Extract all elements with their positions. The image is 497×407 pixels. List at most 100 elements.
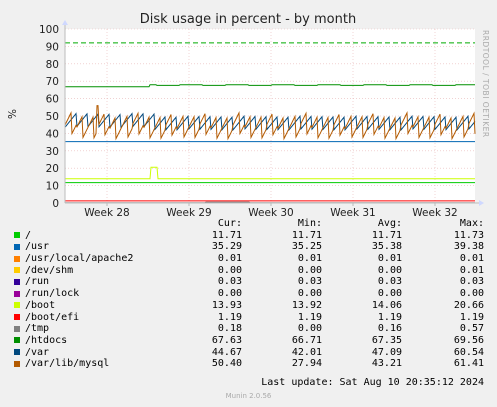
legend-swatch [14,349,20,356]
legend-cur-value: 0.00 [217,288,242,300]
x-axis-arrow [479,200,484,206]
legend-cur-value: 0.18 [217,323,242,335]
y-tick-label: 80 [46,59,59,71]
y-tick-label: 90 [46,41,59,53]
legend-cur-value: 67.63 [211,334,242,346]
legend-series-name: / [25,229,32,241]
legend-row: /run 0.03 0.03 0.03 0.03 [12,276,490,288]
legend-header: Cur: Min: Avg: Max: [12,218,490,230]
legend-avg-value: 11.71 [371,229,402,241]
legend-series-name: /usr/local/apache2 [25,253,134,265]
legend-row: /htdocs 67.63 66.71 67.35 69.56 [12,335,490,347]
legend-max-value: 0.01 [459,253,484,265]
legend-cur-value: 11.71 [211,229,242,241]
legend-max-value: 1.19 [459,311,484,323]
legend: Cur: Min: Avg: Max: / 11.71 11.71 11.71 11.7… [12,218,490,370]
legend-max-value: 69.56 [453,334,484,346]
legend-swatch [14,243,20,250]
legend-avg-value: 14.06 [371,299,402,311]
header-max: Max: [459,218,484,229]
legend-min-value: 1.19 [297,311,322,323]
header-avg: Avg: [377,218,402,229]
legend-avg-value: 0.16 [377,323,402,335]
y-tick-label: 100 [39,24,59,36]
legend-cur-value: 0.01 [217,253,242,265]
legend-min-value: 0.00 [297,288,322,300]
legend-cur-value: 1.19 [217,311,242,323]
legend-row: /boot/efi 1.19 1.19 1.19 1.19 [12,312,490,324]
legend-avg-value: 67.35 [371,334,402,346]
legend-swatch [14,314,20,320]
header-min: Min: [297,218,322,229]
legend-avg-value: 0.03 [377,276,402,288]
y-tick-label: 20 [46,163,59,175]
legend-min-value: 11.71 [291,229,322,241]
header-cur: Cur: [217,218,242,229]
legend-series-name: /var [25,346,50,358]
legend-row: /usr 35.29 35.25 35.38 39.38 [12,241,490,253]
legend-avg-value: 1.19 [377,311,402,323]
legend-series-name: /htdocs [25,334,68,346]
y-axis-label: % [7,109,19,119]
legend-max-value: 0.00 [459,288,484,300]
legend-min-value: 0.00 [297,323,322,335]
legend-min-value: 13.92 [291,299,322,311]
legend-cur-value: 13.93 [211,299,242,311]
legend-swatch [14,290,20,297]
legend-row: /tmp 0.18 0.00 0.16 0.57 [12,323,490,335]
legend-cur-value: 44.67 [211,346,242,358]
legend-row: /dev/shm 0.00 0.00 0.00 0.01 [12,265,490,277]
legend-series-name: /boot [25,299,56,311]
last-update: Last update: Sat Aug 10 20:35:12 2024 [261,377,484,388]
legend-series-name: /tmp [25,323,50,335]
legend-min-value: 0.01 [297,253,322,265]
legend-max-value: 60.54 [453,346,484,358]
legend-cur-value: 35.29 [211,241,242,253]
legend-row: /run/lock 0.00 0.00 0.00 0.00 [12,288,490,300]
y-tick-label: 40 [46,128,59,140]
legend-swatch [14,278,20,285]
legend-cur-value: 0.00 [217,264,242,276]
legend-max-value: 0.03 [459,276,484,288]
legend-min-value: 27.94 [291,358,322,370]
legend-row: /var/lib/mysql 50.40 27.94 43.21 61.41 [12,358,490,370]
y-tick-label: 50 [46,111,59,123]
legend-swatch [14,255,20,262]
legend-row: /var 44.67 42.01 47.09 60.54 [12,347,490,359]
legend-series-name: /boot/efi [25,311,80,323]
legend-series-name: /var/lib/mysql [25,358,110,370]
legend-min-value: 66.71 [291,334,322,346]
legend-max-value: 11.73 [453,229,484,241]
legend-swatch [14,232,20,239]
legend-series-name: /usr [25,241,50,253]
legend-swatch [14,337,20,344]
y-tick-label: 0 [52,198,59,210]
legend-max-value: 0.01 [459,264,484,276]
y-axis-arrow [62,20,68,25]
legend-avg-value: 43.21 [371,358,402,370]
legend-min-value: 0.03 [297,276,322,288]
legend-avg-value: 47.09 [371,346,402,358]
legend-avg-value: 0.00 [377,264,402,276]
legend-swatch [14,360,20,367]
y-tick-label: 70 [46,76,59,88]
chart-title: Disk usage in percent - by month [140,12,356,27]
legend-row: /boot 13.93 13.92 14.06 20.66 [12,300,490,312]
legend-row: / 11.71 11.71 11.71 11.73 [12,230,490,242]
y-tick-label: 60 [46,94,59,106]
y-tick-label: 30 [46,146,59,158]
legend-min-value: 35.25 [291,241,322,253]
legend-max-value: 61.41 [453,358,484,370]
legend-cur-value: 0.03 [217,276,242,288]
legend-avg-value: 0.01 [377,253,402,265]
legend-avg-value: 0.00 [377,288,402,300]
y-tick-label: 10 [46,181,59,193]
legend-min-value: 42.01 [291,346,322,358]
legend-swatch [14,325,20,332]
vertical-watermark: RRDTOOL / TOBI OETIKER [481,30,490,138]
legend-avg-value: 35.38 [371,241,402,253]
legend-max-value: 0.57 [459,323,484,335]
legend-row: /usr/local/apache2 0.01 0.01 0.01 0.01 [12,253,490,265]
legend-max-value: 20.66 [453,299,484,311]
legend-swatch [14,302,20,309]
